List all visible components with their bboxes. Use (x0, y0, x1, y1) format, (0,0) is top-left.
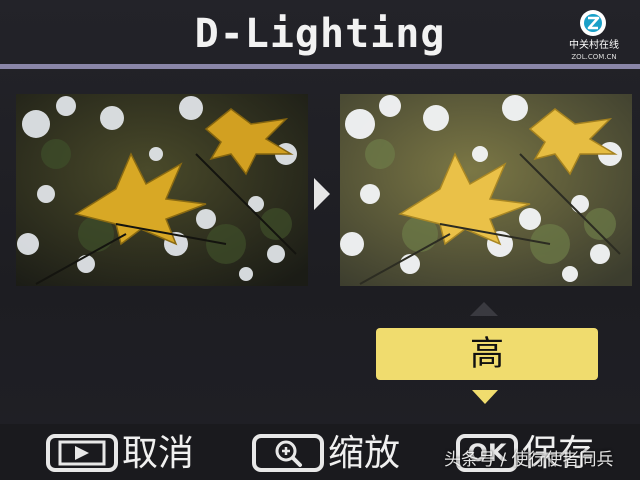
original-photo (16, 94, 308, 286)
zoom-button[interactable]: 缩放 (252, 430, 422, 478)
level-selector[interactable]: 高 (376, 328, 598, 380)
zol-logo-icon (580, 10, 606, 36)
level-up-arrow-icon[interactable] (470, 302, 498, 316)
zoom-key (252, 434, 324, 472)
watermark-text: 头条号 / 使行使者同兵 (444, 450, 614, 470)
cancel-label: 取消 (122, 433, 195, 474)
zoom-in-icon (275, 440, 302, 467)
processed-photo (340, 94, 632, 286)
logo-name: 中关村在线 (569, 40, 619, 51)
cancel-button[interactable]: 取消 (46, 430, 216, 478)
triangle-right-icon (314, 178, 330, 210)
logo-domain: ZOL.COM.CN (571, 53, 617, 61)
playback-key (46, 434, 118, 472)
title-divider (0, 64, 640, 69)
level-down-arrow-icon[interactable] (472, 390, 498, 404)
original-image-panel (16, 94, 308, 286)
playback-icon (58, 440, 106, 466)
camera-screen: D-Lighting 中关村在线 ZOL.COM.CN 高 取消 缩放 OK 保… (0, 0, 640, 480)
page-title: D-Lighting (194, 11, 446, 57)
zoom-label: 缩放 (328, 433, 401, 474)
preview-image-panel (340, 94, 632, 286)
zol-logo: 中关村在线 ZOL.COM.CN (562, 10, 626, 64)
